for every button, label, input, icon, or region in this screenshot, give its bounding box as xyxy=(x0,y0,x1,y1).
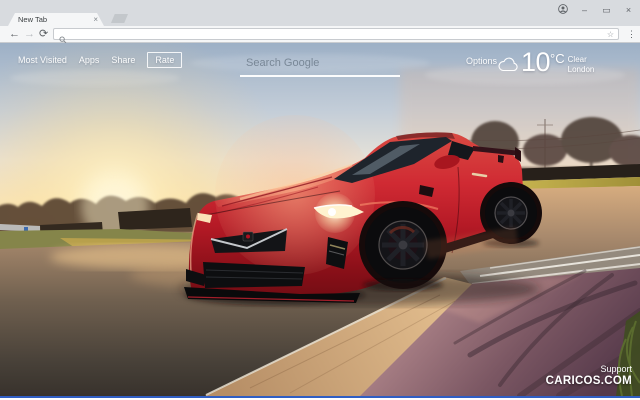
weather-unit: °C xyxy=(550,51,565,66)
bookmark-star-icon[interactable]: ☆ xyxy=(607,29,614,40)
address-bar[interactable]: ☆ xyxy=(53,28,619,44)
new-tab-page: Most Visited Apps Share Rate Options 10 … xyxy=(0,43,640,396)
window-frame-accent xyxy=(0,396,640,398)
tab-strip: New Tab × – ▭ × xyxy=(0,0,640,26)
options-button[interactable]: Options xyxy=(466,56,497,66)
browser-window: New Tab × – ▭ × ← → ⟳ ☆ ⋮ Most Visited A… xyxy=(0,0,640,400)
tab-new-tab[interactable]: New Tab × xyxy=(8,13,104,26)
nav-share[interactable]: Share xyxy=(111,55,135,65)
close-window-button[interactable]: × xyxy=(624,5,633,15)
weather-condition-location: Clear London xyxy=(568,55,595,74)
forward-icon[interactable]: → xyxy=(24,27,35,41)
tab-title: New Tab xyxy=(18,15,48,24)
cloud-icon xyxy=(497,57,519,77)
profile-icon-svg xyxy=(558,4,568,14)
nav-most-visited[interactable]: Most Visited xyxy=(18,55,67,65)
google-search xyxy=(240,53,400,77)
nav-apps[interactable]: Apps xyxy=(79,55,100,65)
weather-temperature: 10 xyxy=(521,47,551,77)
reload-icon[interactable]: ⟳ xyxy=(39,27,48,41)
support-link[interactable]: Support xyxy=(546,364,632,374)
newtab-nav: Most Visited Apps Share Rate xyxy=(18,52,183,68)
window-controls: – ▭ × xyxy=(558,4,633,16)
wallpaper-scene xyxy=(0,43,640,396)
page-footer: Support CARICOS.COM xyxy=(546,364,632,387)
weather-location: London xyxy=(567,64,595,74)
tab-close-icon[interactable]: × xyxy=(93,14,98,25)
weather-condition: Clear xyxy=(567,55,587,64)
browser-toolbar: ← → ⟳ ☆ ⋮ xyxy=(0,26,640,44)
maximize-button[interactable]: ▭ xyxy=(602,5,611,15)
weather-widget[interactable]: 10 °C Clear London xyxy=(497,47,594,77)
back-icon[interactable]: ← xyxy=(9,27,20,41)
search-input[interactable] xyxy=(240,55,400,77)
new-tab-button[interactable] xyxy=(111,14,128,23)
profile-icon[interactable] xyxy=(558,4,568,16)
menu-icon[interactable]: ⋮ xyxy=(627,28,636,40)
minimize-button[interactable]: – xyxy=(580,5,589,15)
nav-rate[interactable]: Rate xyxy=(147,52,183,68)
brand-watermark: CARICOS.COM xyxy=(545,375,632,387)
